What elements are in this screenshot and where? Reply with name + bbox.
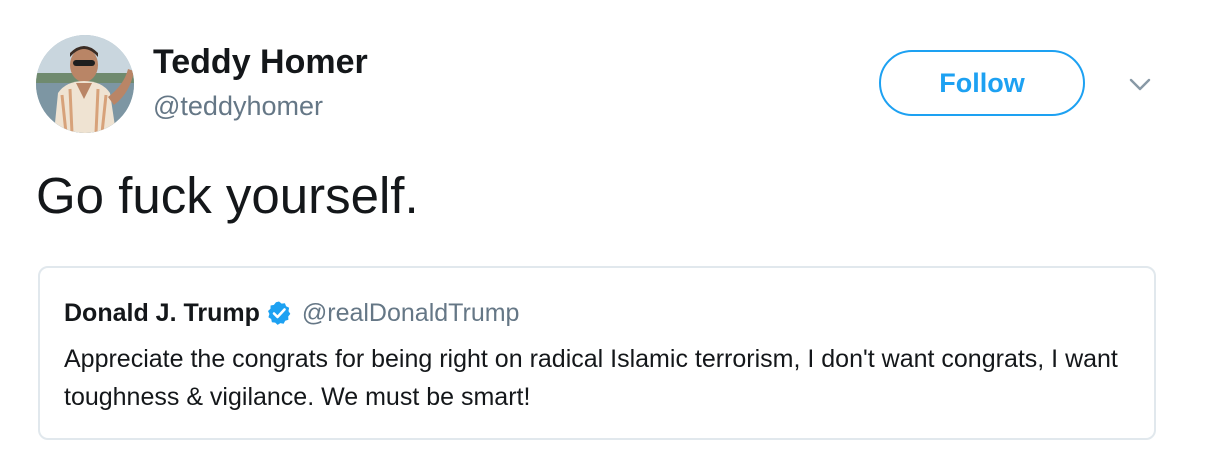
- avatar-photo-icon: [36, 35, 134, 133]
- chevron-down-icon[interactable]: [1124, 74, 1156, 94]
- author-name[interactable]: Teddy Homer: [153, 42, 368, 82]
- quoted-tweet[interactable]: Donald J. Trump @realDonaldTrump Appreci…: [38, 266, 1156, 440]
- tweet-text: Go fuck yourself.: [36, 167, 419, 224]
- quoted-author-handle: @realDonaldTrump: [301, 299, 520, 327]
- follow-button[interactable]: Follow: [879, 50, 1085, 116]
- author-avatar[interactable]: [36, 35, 134, 133]
- verified-badge-icon: [266, 300, 292, 326]
- author-handle[interactable]: @teddyhomer: [153, 90, 323, 122]
- quoted-tweet-text: Appreciate the congrats for being right …: [64, 345, 1118, 411]
- quoted-author-name: Donald J. Trump: [64, 299, 260, 327]
- quoted-tweet-header: Donald J. Trump @realDonaldTrump: [64, 298, 519, 328]
- tweet-card: Teddy Homer @teddyhomer Follow Go fuck y…: [0, 0, 1212, 456]
